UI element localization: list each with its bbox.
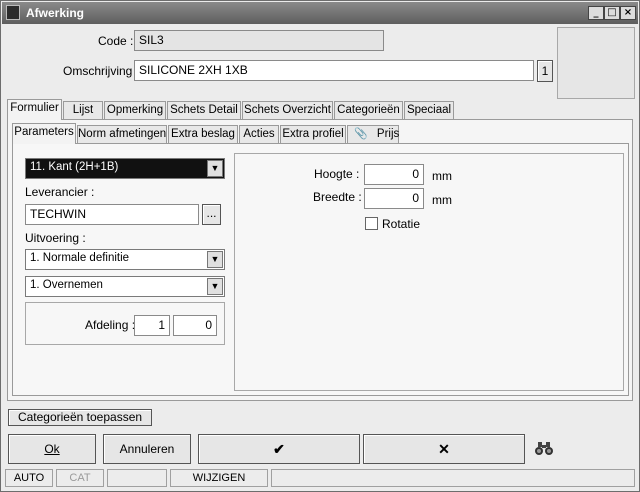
- status-auto: AUTO: [5, 469, 53, 487]
- categorieen-toepassen-button[interactable]: Categorieën toepassen: [8, 409, 152, 426]
- title-bar[interactable]: Afwerking _ □ ×: [2, 2, 638, 24]
- tab-parameters[interactable]: Parameters: [12, 123, 76, 144]
- confirm-check-button[interactable]: ✔: [198, 434, 360, 464]
- close-button[interactable]: ×: [620, 6, 636, 20]
- afwerking-window: Afwerking _ □ × Code : SIL3 Omschrijving…: [0, 0, 640, 492]
- omschrijving-label: Omschrijving :: [63, 64, 140, 78]
- tab-lijst[interactable]: Lijst: [63, 101, 103, 120]
- tab-prijs[interactable]: 📎 Prijs: [347, 125, 399, 144]
- leverancier-label: Leverancier :: [25, 185, 95, 199]
- minimize-button[interactable]: _: [588, 6, 604, 20]
- tab-norm-afmetingen[interactable]: Norm afmetingen: [77, 125, 167, 144]
- maximize-button[interactable]: □: [604, 6, 620, 20]
- app-icon: [6, 5, 20, 20]
- rotatie-checkbox[interactable]: [365, 217, 378, 230]
- tab-schets-overzicht[interactable]: Schets Overzicht: [242, 101, 333, 120]
- type-select[interactable]: 11. Kant (2H+1B) ▼: [25, 158, 225, 179]
- afdeling-field-2[interactable]: 0: [173, 315, 217, 336]
- type-select-value: 11. Kant (2H+1B): [30, 161, 119, 173]
- tab-opmerking[interactable]: Opmerking: [104, 101, 166, 120]
- ok-button[interactable]: Ok: [8, 434, 96, 464]
- code-label: Code :: [98, 34, 134, 48]
- check-icon: ✔: [273, 441, 285, 457]
- window-title: Afwerking: [26, 6, 85, 20]
- tab-categorieen[interactable]: Categorieën: [334, 101, 403, 120]
- chevron-down-icon[interactable]: ▼: [207, 278, 223, 295]
- binoculars-icon[interactable]: [534, 441, 554, 457]
- breedte-unit: mm: [432, 193, 452, 207]
- chevron-down-icon[interactable]: ▼: [207, 251, 223, 268]
- overnemen-select[interactable]: 1. Overnemen ▼: [25, 276, 225, 297]
- rotatie-label: Rotatie: [382, 217, 421, 231]
- tab-speciaal[interactable]: Speciaal: [404, 101, 454, 120]
- omschrijving-field[interactable]: SILICONE 2XH 1XB: [134, 60, 534, 81]
- afdeling-label: Afdeling :: [85, 318, 136, 332]
- uitvoering-label: Uitvoering :: [25, 231, 86, 245]
- overnemen-select-value: 1. Overnemen: [30, 279, 103, 291]
- hoogte-unit: mm: [432, 169, 452, 183]
- tab-prijs-label: Prijs: [376, 128, 400, 140]
- uitvoering-select-value: 1. Normale definitie: [30, 252, 130, 264]
- chevron-down-icon[interactable]: ▼: [207, 160, 223, 177]
- hoogte-field[interactable]: 0: [364, 164, 424, 185]
- language-badge[interactable]: 1: [537, 60, 553, 82]
- code-field[interactable]: SIL3: [134, 30, 384, 51]
- status-cat: CAT: [56, 469, 104, 487]
- image-preview: [557, 27, 635, 99]
- status-rest: [271, 469, 635, 487]
- tab-formulier[interactable]: Formulier: [7, 99, 62, 120]
- cancel-cross-button[interactable]: ✕: [363, 434, 525, 464]
- tab-acties[interactable]: Acties: [239, 125, 279, 144]
- leverancier-field[interactable]: TECHWIN: [25, 204, 199, 225]
- status-empty: [107, 469, 167, 487]
- status-mode: WIJZIGEN: [170, 469, 268, 487]
- tab-extra-beslag[interactable]: Extra beslag: [168, 125, 238, 144]
- cross-icon: ✕: [438, 441, 450, 457]
- paperclip-icon: 📎: [354, 128, 368, 140]
- tab-schets-detail[interactable]: Schets Detail: [167, 101, 241, 120]
- annuleren-button[interactable]: Annuleren: [103, 434, 191, 464]
- breedte-label: Breedte :: [313, 190, 362, 204]
- leverancier-browse-button[interactable]: ...: [202, 204, 221, 225]
- tab-extra-profiel[interactable]: Extra profiel: [280, 125, 346, 144]
- breedte-field[interactable]: 0: [364, 188, 424, 209]
- dimensions-group: [234, 153, 624, 391]
- uitvoering-select[interactable]: 1. Normale definitie ▼: [25, 249, 225, 270]
- hoogte-label: Hoogte :: [314, 167, 360, 181]
- afdeling-field-1[interactable]: 1: [134, 315, 170, 336]
